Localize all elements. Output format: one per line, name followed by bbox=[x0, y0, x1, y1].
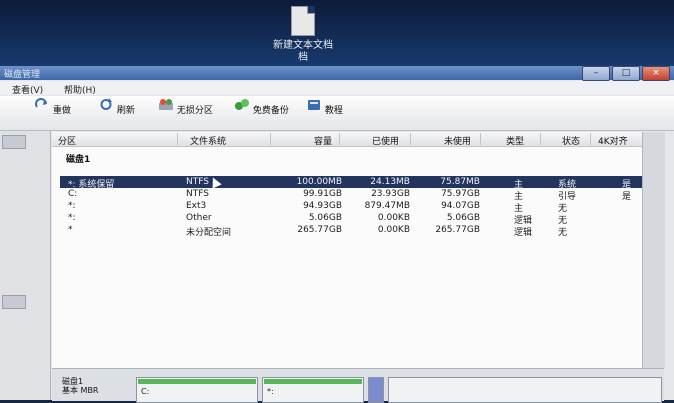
partition-button[interactable]: 无损分区 bbox=[158, 98, 213, 116]
tutorial-label: 教程 bbox=[324, 106, 343, 116]
side-panel bbox=[0, 131, 51, 400]
column-header[interactable]: 容量 bbox=[314, 134, 332, 147]
disk-map-label: 磁盘1 基本 MBR bbox=[62, 377, 99, 395]
disk-label: 磁盘1 bbox=[66, 155, 91, 165]
column-header[interactable]: 文件系统 bbox=[190, 134, 226, 147]
redo-label: 重做 bbox=[52, 106, 71, 116]
title-bar[interactable]: 磁盘管理 – □ × bbox=[0, 66, 674, 81]
column-header[interactable]: 分区 bbox=[58, 134, 76, 147]
disk-map-partition[interactable] bbox=[368, 377, 384, 403]
refresh-icon bbox=[100, 98, 112, 110]
table-row[interactable]: *: 系统保留 NTFS 100.00MB 24.13MB 75.87MB 主 … bbox=[60, 176, 642, 190]
window-title: 磁盘管理 bbox=[4, 70, 41, 80]
column-header[interactable]: 类型 bbox=[506, 134, 524, 147]
partition-table: 分区 文件系统 容量 已使用 未使用 类型 状态 4K对齐 磁盘1 *: 系统保… bbox=[52, 132, 642, 368]
redo-button[interactable]: 重做 bbox=[34, 98, 71, 116]
table-row[interactable]: *: Ext3 94.93GB 879.47MB 94.07GB 主 无 bbox=[60, 200, 642, 214]
desktop-file-shortcut[interactable]: 新建文本文档 档 bbox=[268, 6, 338, 64]
backup-button[interactable]: 免费备份 bbox=[234, 98, 289, 116]
disk-map: 磁盘1 基本 MBR C: *: bbox=[52, 368, 664, 403]
tutorial-icon bbox=[308, 100, 320, 110]
refresh-button[interactable]: 刷新 bbox=[98, 98, 135, 116]
partition-label: 无损分区 bbox=[176, 106, 213, 116]
refresh-label: 刷新 bbox=[116, 106, 135, 116]
menu-view[interactable]: 查看(V) bbox=[12, 83, 43, 96]
partition-tool-window: 磁盘管理 – □ × 查看(V) 帮助(H) 重做 刷新 无损分区 免费备份 教… bbox=[0, 66, 674, 403]
toolbar: 重做 刷新 无损分区 免费备份 教程 bbox=[0, 96, 674, 131]
text-file-icon[interactable] bbox=[291, 6, 315, 36]
minimize-button[interactable]: – bbox=[582, 66, 610, 81]
disk-map-unallocated[interactable] bbox=[388, 377, 662, 403]
table-row[interactable]: * 未分配空间 265.77GB 0.00KB 265.77GB 逻辑 无 bbox=[60, 224, 642, 238]
disk-map-partition[interactable]: C: bbox=[136, 377, 258, 403]
redo-icon bbox=[35, 98, 47, 108]
column-header[interactable]: 状态 bbox=[562, 134, 580, 147]
tutorial-button[interactable]: 教程 bbox=[306, 98, 343, 116]
side-panel-button[interactable] bbox=[2, 295, 26, 309]
partition-icon bbox=[159, 99, 173, 110]
table-header: 分区 文件系统 容量 已使用 未使用 类型 状态 4K对齐 bbox=[52, 132, 642, 147]
close-button[interactable]: × bbox=[642, 66, 670, 81]
menu-help[interactable]: 帮助(H) bbox=[64, 83, 96, 96]
backup-label: 免费备份 bbox=[252, 106, 289, 116]
side-panel-button[interactable] bbox=[2, 135, 26, 149]
disk-map-partition[interactable]: *: bbox=[262, 377, 364, 403]
backup-icon bbox=[235, 99, 249, 110]
table-row[interactable]: *: Other 5.06GB 0.00KB 5.06GB 逻辑 无 bbox=[60, 212, 642, 226]
table-row[interactable]: C: NTFS 99.91GB 23.93GB 75.97GB 主 引导 是 bbox=[60, 188, 642, 202]
maximize-button[interactable]: □ bbox=[612, 66, 640, 81]
vertical-scrollbar[interactable] bbox=[642, 132, 665, 368]
desktop-file-label: 新建文本文档 档 bbox=[273, 40, 333, 63]
column-header[interactable]: 未使用 bbox=[444, 134, 471, 147]
column-header[interactable]: 4K对齐 bbox=[598, 134, 628, 147]
column-header[interactable]: 已使用 bbox=[372, 134, 399, 147]
menu-bar: 查看(V) 帮助(H) bbox=[0, 81, 674, 96]
